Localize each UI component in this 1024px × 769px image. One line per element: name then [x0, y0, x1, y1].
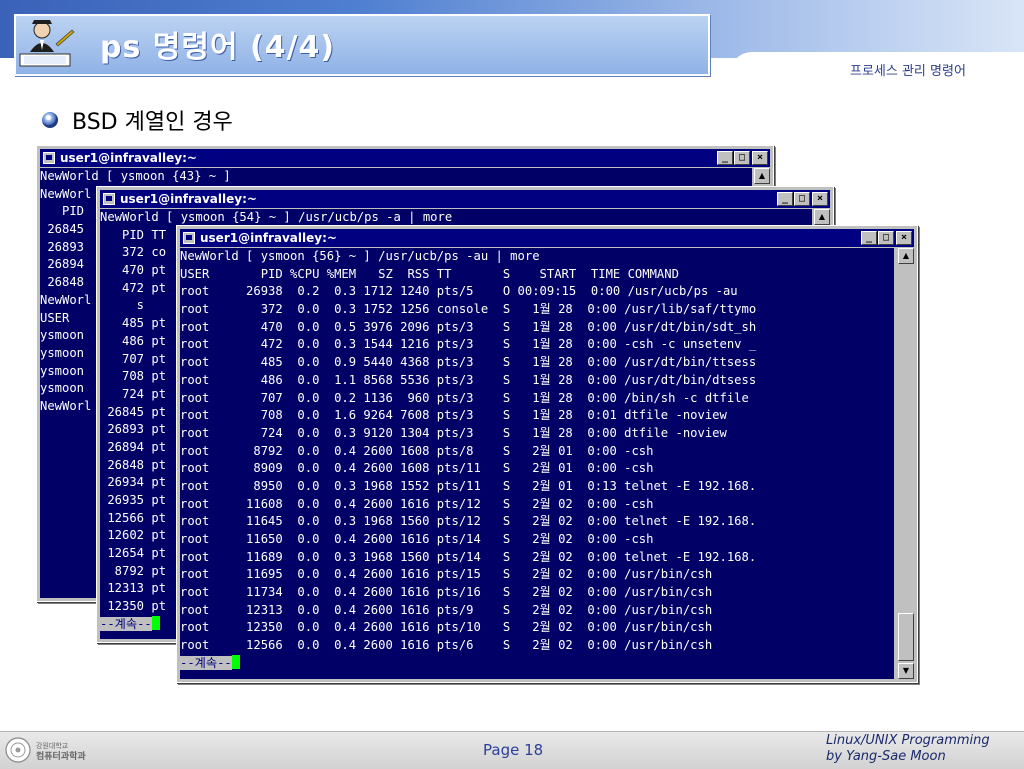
scroll-down-button[interactable]: ▼ — [898, 663, 914, 679]
terminal-cursor — [231, 654, 240, 669]
terminal-cursor — [151, 615, 160, 630]
terminal-line: USER PID %CPU %MEM SZ RSS TT S START TIM… — [180, 266, 679, 281]
terminal-line: root 8950 0.0 0.3 1968 1552 pts/11 S 2월 … — [180, 478, 757, 493]
window-title: user1@infravalley:~ — [200, 231, 337, 245]
terminal-line: root 12350 0.0 0.4 2600 1616 pts/10 S 2월… — [180, 620, 713, 635]
terminal-line: root 11689 0.0 0.3 1968 1560 pts/14 S 2월… — [180, 549, 757, 564]
section-title: 프로세스 관리 명령어 — [850, 64, 966, 79]
terminal-window-front[interactable]: user1@infravalley:~ _ □ × NewWorld [ ysm… — [176, 225, 918, 683]
terminal-line: root 12566 0.0 0.4 2600 1616 pts/6 S 2월 … — [180, 638, 713, 653]
course-title: Linux/UNIX Programming — [826, 733, 990, 748]
terminal-line: root 372 0.0 0.3 1752 1256 console S 1월 … — [180, 302, 757, 317]
close-button[interactable]: × — [896, 231, 912, 245]
terminal-line: root 708 0.0 1.6 9264 7608 pts/3 S 1월 28… — [180, 408, 727, 423]
bullet-text: BSD 계열인 경우 — [72, 110, 233, 135]
scroll-up-button[interactable]: ▲ — [814, 209, 830, 225]
scroll-up-button[interactable]: ▲ — [754, 168, 770, 184]
bullet-icon — [42, 112, 58, 128]
terminal-line: root 8909 0.0 0.4 2600 1608 pts/11 S 2월 … — [180, 461, 654, 476]
close-button[interactable]: × — [812, 192, 828, 206]
terminal-line: root 12313 0.0 0.4 2600 1616 pts/9 S 2월 … — [180, 602, 713, 617]
scroll-up-button[interactable]: ▲ — [898, 248, 914, 264]
minimize-button[interactable]: _ — [861, 231, 877, 245]
more-prompt: --계속-- — [180, 654, 894, 673]
window-titlebar[interactable]: user1@infravalley:~ _ □ × — [100, 190, 830, 208]
minimize-button[interactable]: _ — [777, 192, 793, 206]
university-logo: 강원대학교 컴퓨터과학과 — [5, 737, 86, 763]
presenter-clipart-icon — [19, 20, 75, 67]
terminal-line: root 707 0.0 0.2 1136 960 pts/3 S 1월 28 … — [180, 390, 749, 405]
minimize-button[interactable]: _ — [717, 151, 733, 165]
terminal-line: root 8792 0.0 0.4 2600 1608 pts/8 S 2월 0… — [180, 443, 654, 458]
terminal-line: root 11650 0.0 0.4 2600 1616 pts/14 S 2월… — [180, 532, 654, 546]
terminal-line: root 486 0.0 1.1 8568 5536 pts/3 S 1월 28… — [180, 372, 757, 387]
window-title: user1@infravalley:~ — [60, 151, 197, 165]
course-author: by Yang-Sae Moon — [826, 749, 946, 764]
terminal-line: root 11645 0.0 0.3 1968 1560 pts/12 S 2월… — [180, 514, 757, 529]
terminal-line: root 724 0.0 0.3 9120 1304 pts/3 S 1월 28… — [180, 425, 727, 440]
terminal-line: root 11734 0.0 0.4 2600 1616 pts/16 S 2월… — [180, 585, 713, 600]
terminal-line: NewWorld [ ysmoon {43} ~ ] — [40, 169, 231, 183]
svg-text:컴퓨터과학과: 컴퓨터과학과 — [36, 750, 86, 762]
terminal-line: root 11695 0.0 0.4 2600 1616 pts/15 S 2월… — [180, 567, 713, 582]
close-button[interactable]: × — [752, 151, 768, 165]
scroll-thumb[interactable] — [898, 613, 914, 661]
terminal-output[interactable]: NewWorld [ ysmoon {56} ~ ] /usr/ucb/ps -… — [180, 248, 894, 679]
page-title: ps 명령어 (4/4) — [100, 30, 336, 65]
course-credit: Linux/UNIX Programming by Yang-Sae Moon — [826, 733, 990, 765]
terminal-line: root 470 0.0 0.5 3976 2096 pts/3 S 1월 28… — [180, 319, 757, 334]
window-menu-icon[interactable] — [43, 152, 55, 164]
more-prompt-text: --계속-- — [180, 655, 232, 670]
maximize-button[interactable]: □ — [878, 231, 894, 245]
maximize-button[interactable]: □ — [794, 192, 810, 206]
window-menu-icon[interactable] — [103, 193, 115, 205]
terminal-line: root 485 0.0 0.9 5440 4368 pts/3 S 1월 28… — [180, 355, 757, 370]
terminal-line: root 472 0.0 0.3 1544 1216 pts/3 S 1월 28… — [180, 337, 757, 352]
window-titlebar[interactable]: user1@infravalley:~ _ □ × — [180, 229, 914, 247]
vertical-scrollbar[interactable]: ▲ ▼ — [898, 248, 914, 679]
more-prompt-text: --계속-- — [100, 616, 152, 631]
window-menu-icon[interactable] — [183, 232, 195, 244]
window-title: user1@infravalley:~ — [120, 192, 257, 206]
page-number: Page 18 — [483, 741, 544, 759]
window-titlebar[interactable]: user1@infravalley:~ _ □ × — [40, 149, 770, 167]
terminal-line: NewWorld [ ysmoon {56} ~ ] /usr/ucb/ps -… — [180, 249, 540, 263]
terminal-line: root 11608 0.0 0.4 2600 1616 pts/12 S 2월… — [180, 496, 654, 511]
svg-text:강원대학교: 강원대학교 — [36, 741, 69, 750]
terminal-line: root 26938 0.2 0.3 1712 1240 pts/5 O 00:… — [180, 284, 738, 299]
maximize-button[interactable]: □ — [734, 151, 750, 165]
